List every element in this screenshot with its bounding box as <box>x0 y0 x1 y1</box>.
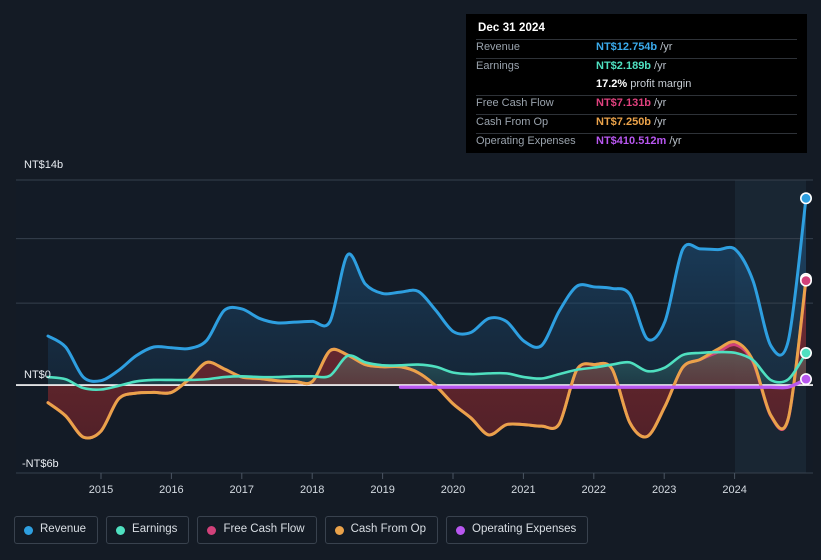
chart-legend[interactable]: Revenue Earnings Free Cash Flow Cash From O… <box>14 516 589 544</box>
tooltip-row-label: Free Cash Flow <box>476 97 554 109</box>
tooltip-row-value: NT$2.189b <box>596 60 652 72</box>
legend-item-operating-expenses[interactable]: Operating Expenses <box>446 516 589 544</box>
tooltip-row: Cash From Op NT$7.250b/yr <box>476 114 797 133</box>
data-tooltip: Dec 31 2024 Revenue NT$12.754b/yr Earnings… <box>466 14 807 153</box>
x-axis-label-2020: 2020 <box>440 484 466 496</box>
operating-expenses-endpoint-marker[interactable] <box>799 373 812 386</box>
tooltip-row-value: NT$7.250b <box>596 116 652 128</box>
legend-item-revenue[interactable]: Revenue <box>14 516 99 544</box>
legend-color-dot-icon <box>456 525 466 535</box>
tooltip-row-value: NT$410.512m <box>596 135 667 147</box>
legend-item-label: Free Cash Flow <box>223 523 305 536</box>
x-axis-label-2023: 2023 <box>651 484 677 496</box>
x-axis-label-2018: 2018 <box>299 484 325 496</box>
tooltip-row-unit: /yr <box>654 97 667 109</box>
revenue-endpoint-marker[interactable] <box>799 192 812 205</box>
tooltip-row: 17.2% profit margin <box>476 77 797 95</box>
tooltip-row-unit: /yr <box>654 116 667 128</box>
tooltip-row-unit: /yr <box>660 41 673 53</box>
x-axis-label-2016: 2016 <box>159 484 184 496</box>
tooltip-row-value: NT$7.131b <box>596 97 652 109</box>
y-axis-label-bottom: -NT$6b <box>22 458 59 470</box>
x-axis-ticks <box>100 473 736 479</box>
tooltip-row: Free Cash Flow NT$7.131b/yr <box>476 95 797 114</box>
tooltip-row-value: NT$12.754b <box>596 41 658 53</box>
tooltip-row: Earnings NT$2.189b/yr <box>476 58 797 77</box>
legend-item-label: Operating Expenses <box>472 523 577 536</box>
y-axis-label-top: NT$14b <box>24 159 64 171</box>
legend-item-label: Revenue <box>40 523 87 536</box>
tooltip-row: Operating Expenses NT$410.512m/yr <box>476 133 797 152</box>
legend-color-dot-icon <box>116 525 126 535</box>
tooltip-date: Dec 31 2024 <box>478 22 545 34</box>
legend-item-earnings[interactable]: Earnings <box>106 516 190 544</box>
legend-item-label: Earnings <box>132 523 178 536</box>
tooltip-row-unit: /yr <box>654 60 667 72</box>
tooltip-row-label: Earnings <box>476 60 520 72</box>
financial-chart-page: NT$14b NT$0 -NT$6b 2015 2016 2017 2018 2019 2… <box>0 0 821 560</box>
tooltip-row-value: 17.2% <box>596 78 628 90</box>
tooltip-row-unit: /yr <box>669 135 682 147</box>
earnings-endpoint-marker[interactable] <box>799 346 812 359</box>
tooltip-row: Revenue NT$12.754b/yr <box>476 39 797 58</box>
tooltip-rows: Revenue NT$12.754b/yr Earnings NT$2.189b/yr… <box>476 39 797 152</box>
tooltip-row-label: Operating Expenses <box>476 135 576 147</box>
free-cash-flow-endpoint-marker[interactable] <box>799 274 812 287</box>
legend-item-free-cash-flow[interactable]: Free Cash Flow <box>197 516 317 544</box>
x-axis-label-2019: 2019 <box>370 484 395 496</box>
legend-color-dot-icon <box>207 525 217 535</box>
x-axis-label-2017: 2017 <box>229 484 255 496</box>
x-axis-label-2024: 2024 <box>722 484 747 496</box>
tooltip-row-label: Revenue <box>476 41 521 53</box>
y-axis-label-zero: NT$0 <box>24 369 51 381</box>
x-axis-label-2022: 2022 <box>581 484 607 496</box>
legend-color-dot-icon <box>24 525 33 535</box>
legend-item-cash-from-op[interactable]: Cash From Op <box>324 516 439 544</box>
tooltip-row-label: Cash From Op <box>476 116 549 128</box>
legend-item-label: Cash From Op <box>350 523 427 536</box>
legend-color-dot-icon <box>334 525 344 535</box>
x-axis-label-2021: 2021 <box>511 484 536 496</box>
tooltip-row-unit: profit margin <box>630 78 692 90</box>
x-axis-label-2015: 2015 <box>88 484 114 496</box>
